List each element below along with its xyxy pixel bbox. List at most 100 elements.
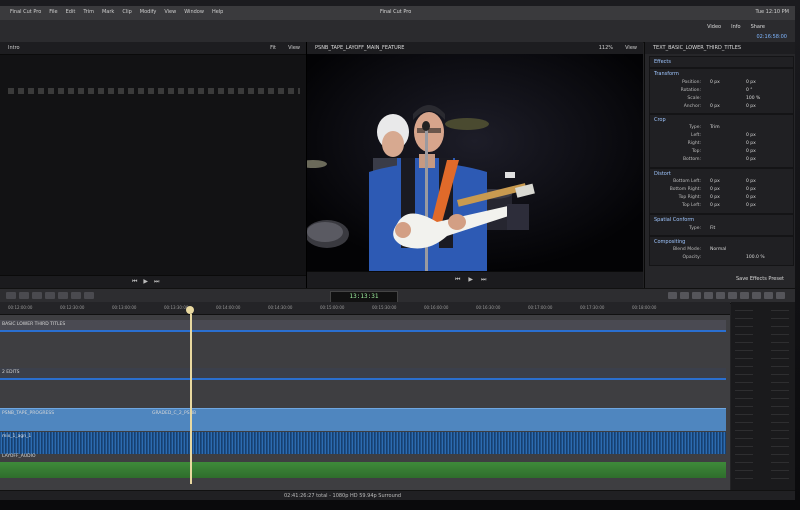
ruler-tick: 00:17:00:00 <box>528 305 553 310</box>
timeline[interactable]: 00:12:00:00 00:12:30:00 00:13:00:00 00:1… <box>0 302 730 490</box>
menu-item-modify[interactable]: Modify <box>140 9 157 15</box>
back-icon[interactable] <box>19 292 29 299</box>
event-transport: ⏮ ▶ ⏭ <box>0 275 306 288</box>
ruler-tick: 00:16:00:00 <box>424 305 449 310</box>
forward-icon[interactable]: ⏭ <box>481 276 486 284</box>
skimming-icon[interactable] <box>680 292 689 299</box>
distort-title[interactable]: Distort <box>654 171 671 177</box>
opacity-row: Opacity: 100.0 % <box>682 255 765 260</box>
themes-icon[interactable] <box>776 292 785 299</box>
snapping-icon[interactable] <box>668 292 677 299</box>
tab-share[interactable]: Share <box>751 24 765 30</box>
meter-right <box>771 310 789 486</box>
menu-item-mark[interactable]: Mark <box>102 9 114 15</box>
crop-row: Right: 0 px <box>687 141 756 146</box>
menu-item-app[interactable]: Final Cut Pro <box>10 9 41 15</box>
audio-lane-label: LAYOFF_AUDIO <box>2 454 36 459</box>
inspector-panel: TEXT_BASIC_LOWER_THIRD_TITLES Effects Tr… <box>644 42 795 288</box>
edits-lane[interactable]: 2 EDITS <box>0 368 726 380</box>
overwrite-icon[interactable] <box>71 292 81 299</box>
inspector-timecode: 02:16:58:00 <box>756 34 787 40</box>
menu-item-window[interactable]: Window <box>184 9 204 15</box>
crop-section: Crop Type: Trim Left: 0 px Right: 0 px T… <box>649 114 794 168</box>
audio-skim-icon[interactable] <box>692 292 701 299</box>
ruler-tick: 00:13:00:00 <box>112 305 137 310</box>
distort-section: Distort Bottom Left: 0 px 0 px Bottom Ri… <box>649 168 794 214</box>
playhead-handle[interactable] <box>186 306 194 314</box>
event-viewer: Intro Fit View ⏮ ▶ ⏭ <box>0 42 307 288</box>
title-lane-label: BASIC LOWER THIRD TITLES <box>2 322 66 327</box>
effects-section[interactable]: Effects <box>649 56 794 68</box>
event-viewer-view[interactable]: View <box>288 45 300 51</box>
inspector-header: TEXT_BASIC_LOWER_THIRD_TITLES <box>645 42 795 54</box>
insert-icon[interactable] <box>58 292 68 299</box>
tab-info[interactable]: Info <box>731 24 740 30</box>
ruler-tick: 00:14:00:00 <box>216 305 241 310</box>
menu-item-help[interactable]: Help <box>212 9 223 15</box>
menu-item-trim[interactable]: Trim <box>83 9 94 15</box>
transform-title[interactable]: Transform <box>654 71 679 77</box>
menu-item-clip[interactable]: Clip <box>122 9 131 15</box>
distort-row: Top Left: 0 px 0 px <box>681 203 756 208</box>
ruler-tick: 00:12:00:00 <box>8 305 33 310</box>
solo-icon[interactable] <box>704 292 713 299</box>
menu-items: Final Cut Pro File Edit Trim Mark Clip M… <box>10 9 223 15</box>
index-icon[interactable] <box>6 292 16 299</box>
viewer-view-menu[interactable]: View <box>625 45 637 51</box>
monitor-frame: Final Cut Pro File Edit Trim Mark Clip M… <box>0 0 800 510</box>
select-tool-icon[interactable] <box>84 292 94 299</box>
timeline-ruler[interactable]: 00:12:00:00 00:12:30:00 00:13:00:00 00:1… <box>0 302 730 315</box>
event-viewer-title: Intro <box>8 45 20 51</box>
viewer-transport: ⏮ ▶ ⏭ <box>307 271 643 288</box>
event-viewer-fit[interactable]: Fit <box>270 45 276 51</box>
crop-row: Bottom: 0 px <box>682 157 756 162</box>
meter-left <box>735 310 753 486</box>
ruler-tick: 00:12:30:00 <box>60 305 85 310</box>
menu-item-file[interactable]: File <box>49 9 57 15</box>
play-icon[interactable]: ▶ <box>468 276 473 284</box>
forward-icon[interactable]: ⏭ <box>154 278 159 286</box>
main-toolbar: Video Info Share 02:16:58:00 <box>0 20 795 43</box>
primary-storyline-clip[interactable]: PSNB_TAPE_PROGRESS GRADED_C_2_PSNB <box>0 408 726 431</box>
audio-lane[interactable]: LAYOFF_AUDIO <box>0 454 726 478</box>
timeline-viewer: PSNB_TAPE_LAYOFF_MAIN_FEATURE 112% View <box>307 42 643 288</box>
rewind-icon[interactable]: ⏮ <box>132 278 137 286</box>
generators-icon[interactable] <box>764 292 773 299</box>
save-effects-preset-button[interactable]: Save Effects Preset <box>736 276 784 282</box>
title-lane[interactable]: BASIC LOWER THIRD TITLES <box>0 320 726 332</box>
transform-row: Position: 0 px 0 px <box>681 80 756 85</box>
crop-row: Top: 0 px <box>691 149 756 154</box>
ruler-tick: 00:15:30:00 <box>372 305 397 310</box>
menu-item-edit[interactable]: Edit <box>66 9 76 15</box>
ruler-tick: 00:17:30:00 <box>580 305 605 310</box>
inspector-tabs: Video Info Share <box>707 24 765 30</box>
distort-row: Top Right: 0 px 0 px <box>678 195 756 200</box>
distort-row: Bottom Left: 0 px 0 px <box>673 179 756 184</box>
ruler-tick: 00:15:00:00 <box>320 305 345 310</box>
ruler-tick: 00:18:00:00 <box>632 305 657 310</box>
crop-row: Left: 0 px <box>691 133 756 138</box>
menu-item-view[interactable]: View <box>164 9 176 15</box>
clip-appearance-icon[interactable] <box>716 292 725 299</box>
transform-row: Rotation: 0 ° <box>680 88 753 93</box>
status-bar: 02:41:26:27 total - 1080p HD 59.94p Surr… <box>0 490 795 500</box>
spatial-conform-title[interactable]: Spatial Conform <box>654 217 694 223</box>
transitions-icon[interactable] <box>740 292 749 299</box>
crop-title[interactable]: Crop <box>654 117 666 123</box>
transform-row: Anchor: 0 px 0 px <box>683 104 756 109</box>
forward-icon[interactable] <box>32 292 42 299</box>
play-icon[interactable]: ▶ <box>143 278 148 286</box>
audio-waveform[interactable] <box>0 432 726 454</box>
titles-icon[interactable] <box>752 292 761 299</box>
tab-video[interactable]: Video <box>707 24 721 30</box>
append-icon[interactable] <box>45 292 55 299</box>
effects-browser-icon[interactable] <box>728 292 737 299</box>
effects-title: Effects <box>654 59 671 65</box>
transform-row: Scale: 100 % <box>687 96 761 101</box>
compositing-section: Compositing Blend Mode: Normal Opacity: … <box>649 236 794 266</box>
rewind-icon[interactable]: ⏮ <box>455 276 460 284</box>
compositing-title[interactable]: Compositing <box>654 239 685 245</box>
playhead[interactable] <box>190 314 192 484</box>
viewer-zoom[interactable]: 112% <box>599 45 613 51</box>
spatial-conform-section: Spatial Conform Type: Fit <box>649 214 794 236</box>
